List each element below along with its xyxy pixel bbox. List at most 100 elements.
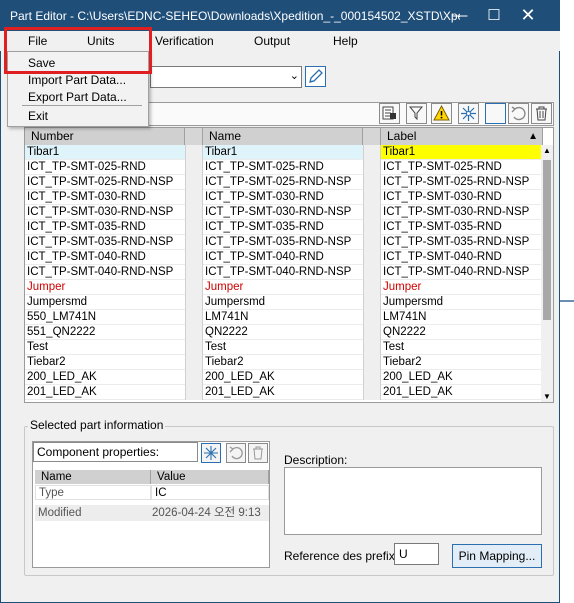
- cell-name[interactable]: ICT_TP-SMT-040-RND-NSP: [203, 265, 363, 280]
- close-icon[interactable]: ✕: [511, 0, 545, 31]
- table-row[interactable]: Tibar1 Tibar1 Tibar1: [25, 145, 543, 160]
- cell-number[interactable]: Jumper: [25, 280, 185, 295]
- cell-label[interactable]: ICT_TP-SMT-035-RND: [381, 220, 543, 235]
- cell-name[interactable]: ICT_TP-SMT-040-RND: [203, 250, 363, 265]
- cell-name[interactable]: Test: [203, 340, 363, 355]
- column-header-number[interactable]: Number: [25, 128, 185, 145]
- cell-number[interactable]: Test: [25, 340, 185, 355]
- scroll-up-icon[interactable]: ▲: [543, 146, 551, 155]
- cell-label[interactable]: Jumpersmd: [381, 295, 543, 310]
- filter-button[interactable]: [406, 103, 427, 124]
- table-row[interactable]: ICT_TP-SMT-030-RND-NSP ICT_TP-SMT-030-RND…: [25, 205, 543, 220]
- table-row[interactable]: Tiebar2 Tiebar2 Tiebar2: [25, 355, 543, 370]
- component-add-button[interactable]: [201, 443, 221, 463]
- cell-label[interactable]: ICT_TP-SMT-030-RND: [381, 190, 543, 205]
- export-grid-button[interactable]: [379, 103, 400, 124]
- menu-verification[interactable]: Verification: [155, 34, 214, 48]
- delete-button[interactable]: [531, 103, 552, 124]
- cell-name[interactable]: ICT_TP-SMT-030-RND: [203, 190, 363, 205]
- component-undo-button[interactable]: [226, 443, 246, 463]
- table-row[interactable]: Jumper Jumper Jumper: [25, 280, 543, 295]
- cell-name[interactable]: Tibar1: [203, 145, 363, 160]
- cell-label[interactable]: QN2222: [381, 325, 543, 340]
- cell-label[interactable]: 200_LED_AK: [381, 370, 543, 385]
- cell-number[interactable]: ICT_TP-SMT-030-RND: [25, 190, 185, 205]
- cell-name[interactable]: 200_LED_AK: [203, 370, 363, 385]
- cell-label[interactable]: Jumper: [381, 280, 543, 295]
- cell-name[interactable]: ICT_TP-SMT-035-RND: [203, 220, 363, 235]
- cell-name[interactable]: ICT_TP-SMT-025-RND-NSP: [203, 175, 363, 190]
- cell-label[interactable]: ICT_TP-SMT-030-RND-NSP: [381, 205, 543, 220]
- cell-number[interactable]: ICT_TP-SMT-035-RND-NSP: [25, 235, 185, 250]
- cell-number[interactable]: ICT_TP-SMT-040-RND-NSP: [25, 265, 185, 280]
- grid-vertical-scrollbar[interactable]: ▲ ▼: [541, 145, 553, 402]
- table-row[interactable]: 200_LED_AK 200_LED_AK 200_LED_AK: [25, 370, 543, 385]
- menu-item-export-part-data[interactable]: Export Part Data...: [28, 90, 127, 104]
- scrollbar-thumb[interactable]: [543, 160, 551, 320]
- table-row[interactable]: Jumpersmd Jumpersmd Jumpersmd: [25, 295, 543, 310]
- table-row[interactable]: ICT_TP-SMT-030-RND ICT_TP-SMT-030-RND ICT_…: [25, 190, 543, 205]
- table-row[interactable]: ICT_TP-SMT-025-RND ICT_TP-SMT-025-RND ICT_…: [25, 160, 543, 175]
- component-properties-table[interactable]: Name Value Type IC: [35, 470, 269, 502]
- cell-name[interactable]: ICT_TP-SMT-035-RND-NSP: [203, 235, 363, 250]
- minimize-icon[interactable]: —: [443, 0, 477, 31]
- menu-item-import-part-data[interactable]: Import Part Data...: [28, 73, 126, 87]
- menu-item-exit[interactable]: Exit: [28, 109, 48, 123]
- cell-name[interactable]: QN2222: [203, 325, 363, 340]
- parts-grid[interactable]: Number Name Label ▲ Tibar1 Tibar1 Tibar1 IC…: [24, 127, 554, 403]
- cell-name[interactable]: Jumpersmd: [203, 295, 363, 310]
- cell-label[interactable]: ICT_TP-SMT-040-RND: [381, 250, 543, 265]
- cell-label[interactable]: ICT_TP-SMT-025-RND: [381, 160, 543, 175]
- chevron-down-icon[interactable]: ⌄: [290, 69, 299, 82]
- add-row-button[interactable]: [485, 103, 506, 124]
- table-row[interactable]: ICT_TP-SMT-025-RND-NSP ICT_TP-SMT-025-RND…: [25, 175, 543, 190]
- cell-name[interactable]: Jumper: [203, 280, 363, 295]
- table-row[interactable]: ICT_TP-SMT-040-RND ICT_TP-SMT-040-RND ICT_…: [25, 250, 543, 265]
- cell-number[interactable]: 200_LED_AK: [25, 370, 185, 385]
- cell-label[interactable]: Tibar1: [381, 145, 543, 160]
- cell-label[interactable]: ICT_TP-SMT-040-RND-NSP: [381, 265, 543, 280]
- cell-name[interactable]: Tiebar2: [203, 355, 363, 370]
- column-header-name[interactable]: Name: [203, 128, 363, 145]
- edit-part-button[interactable]: [305, 66, 326, 87]
- description-textarea[interactable]: [284, 467, 542, 535]
- cell-number[interactable]: 550_LM741N: [25, 310, 185, 325]
- table-row[interactable]: 551_QN2222 QN2222 QN2222: [25, 325, 543, 340]
- cell-number[interactable]: ICT_TP-SMT-040-RND: [25, 250, 185, 265]
- cell-label[interactable]: Tiebar2: [381, 355, 543, 370]
- cell-number[interactable]: 201_LED_AK: [25, 385, 185, 400]
- table-row[interactable]: 201_LED_AK 201_LED_AK 201_LED_AK: [25, 385, 543, 400]
- cell-number[interactable]: Jumpersmd: [25, 295, 185, 310]
- menu-output[interactable]: Output: [254, 34, 290, 48]
- component-delete-button[interactable]: [248, 443, 268, 463]
- cell-name[interactable]: 201_LED_AK: [203, 385, 363, 400]
- cell-name[interactable]: LM741N: [203, 310, 363, 325]
- table-row[interactable]: ICT_TP-SMT-035-RND ICT_TP-SMT-035-RND ICT_…: [25, 220, 543, 235]
- cell-number[interactable]: ICT_TP-SMT-035-RND: [25, 220, 185, 235]
- cell-number[interactable]: ICT_TP-SMT-025-RND: [25, 160, 185, 175]
- warning-button[interactable]: [431, 103, 452, 124]
- property-type-value[interactable]: IC: [151, 485, 269, 500]
- part-selector-combo[interactable]: ⌄: [150, 66, 302, 88]
- cell-name[interactable]: ICT_TP-SMT-030-RND-NSP: [203, 205, 363, 220]
- cell-label[interactable]: ICT_TP-SMT-025-RND-NSP: [381, 175, 543, 190]
- reference-prefix-input[interactable]: U: [394, 543, 439, 565]
- undo-button[interactable]: [508, 103, 529, 124]
- table-row[interactable]: Test Test Test: [25, 340, 543, 355]
- cell-label[interactable]: ICT_TP-SMT-035-RND-NSP: [381, 235, 543, 250]
- menu-help[interactable]: Help: [333, 34, 358, 48]
- cell-number[interactable]: Tibar1: [25, 145, 185, 160]
- cell-number[interactable]: 551_QN2222: [25, 325, 185, 340]
- cell-name[interactable]: ICT_TP-SMT-025-RND: [203, 160, 363, 175]
- cell-label[interactable]: LM741N: [381, 310, 543, 325]
- table-row[interactable]: ICT_TP-SMT-040-RND-NSP ICT_TP-SMT-040-RND…: [25, 265, 543, 280]
- cell-label[interactable]: 201_LED_AK: [381, 385, 543, 400]
- table-row[interactable]: 550_LM741N LM741N LM741N: [25, 310, 543, 325]
- cell-label[interactable]: Test: [381, 340, 543, 355]
- cell-number[interactable]: ICT_TP-SMT-025-RND-NSP: [25, 175, 185, 190]
- scroll-down-icon[interactable]: ▼: [543, 392, 551, 401]
- cell-number[interactable]: ICT_TP-SMT-030-RND-NSP: [25, 205, 185, 220]
- cell-number[interactable]: Tiebar2: [25, 355, 185, 370]
- maximize-icon[interactable]: ☐: [477, 0, 511, 31]
- pin-mapping-button[interactable]: Pin Mapping...: [452, 544, 542, 568]
